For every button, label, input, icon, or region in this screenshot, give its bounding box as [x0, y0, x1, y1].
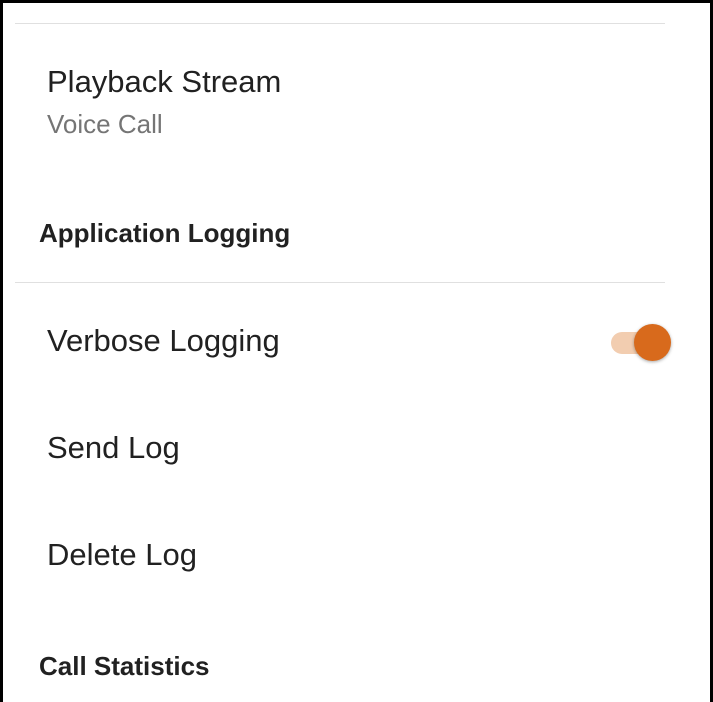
playback-stream-title: Playback Stream	[47, 64, 282, 99]
application-logging-divider	[15, 282, 665, 283]
playback-stream-preference[interactable]: Playback Stream Voice Call	[3, 43, 710, 163]
verbose-logging-title: Verbose Logging	[47, 323, 280, 358]
verbose-logging-switch[interactable]	[609, 321, 673, 361]
send-log-preference[interactable]: Send Log	[3, 398, 710, 498]
call-statistics-header: Call Statistics	[39, 651, 210, 681]
send-log-title: Send Log	[47, 430, 180, 465]
delete-log-title: Delete Log	[47, 537, 197, 572]
application-logging-header: Application Logging	[39, 218, 291, 248]
settings-screen: Playback Stream Voice Call Application L…	[0, 0, 713, 702]
delete-log-preference[interactable]: Delete Log	[3, 505, 710, 605]
verbose-logging-preference[interactable]: Verbose Logging	[3, 293, 710, 388]
playback-stream-summary: Voice Call	[47, 109, 163, 139]
top-divider	[15, 23, 665, 24]
switch-thumb	[634, 324, 671, 361]
